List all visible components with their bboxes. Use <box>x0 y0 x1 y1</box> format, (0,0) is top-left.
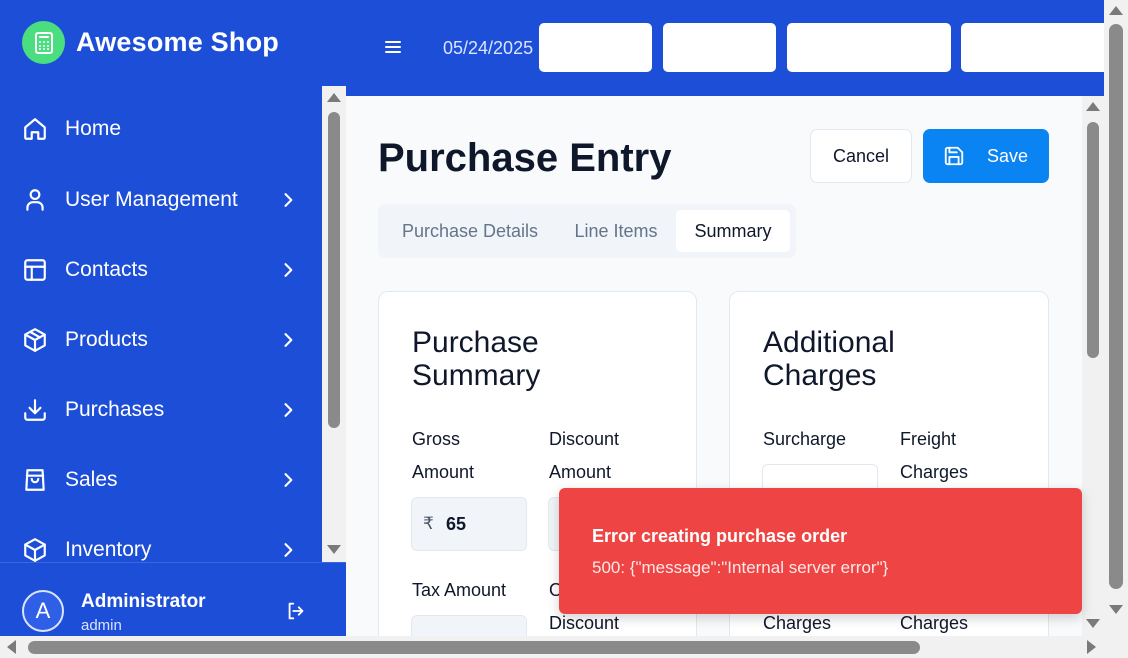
header-button[interactable] <box>663 23 776 72</box>
gross-amount-label: Gross Amount <box>412 423 474 489</box>
page-title: Purchase Entry <box>378 136 672 180</box>
sidebar-nav: Home User Management Contacts Products P… <box>0 94 322 564</box>
label-line: Charges <box>900 462 969 482</box>
brand[interactable]: Awesome Shop <box>22 21 279 64</box>
sidebar-item-label: Sales <box>65 468 118 491</box>
app-root: Awesome Shop Home User Management Contac… <box>0 0 1128 658</box>
sidebar-item-sales[interactable]: Sales <box>0 450 322 510</box>
header-button[interactable] <box>539 23 652 72</box>
label-line: Discount <box>549 429 620 449</box>
shopping-bag-icon <box>25 469 45 491</box>
label-line: Amount <box>549 462 612 482</box>
card-title-line: Charges <box>763 359 877 392</box>
sidebar-item-user-management[interactable]: User Management <box>0 170 322 230</box>
label-line: Amount <box>412 462 475 482</box>
sidebar-item-inventory[interactable]: Inventory <box>0 520 322 564</box>
user-role: admin <box>81 617 122 634</box>
label-line: Gross <box>412 429 461 449</box>
sidebar-item-label: Products <box>65 328 148 351</box>
tab-line-items[interactable]: Line Items <box>558 210 674 252</box>
tab-list: Purchase Details Line Items Summary <box>378 204 796 258</box>
surcharge-label: Surcharge <box>763 429 847 449</box>
header-button[interactable] <box>961 23 1104 72</box>
logout-icon[interactable] <box>285 600 307 622</box>
download-icon <box>24 399 46 421</box>
scroll-up-arrow-icon[interactable] <box>1086 102 1100 111</box>
user-profile: A Administrator admin <box>0 562 346 636</box>
sidebar-item-label: Inventory <box>65 538 152 561</box>
box-icon <box>24 538 46 562</box>
scroll-left-arrow-icon[interactable] <box>7 640 16 654</box>
package-icon <box>24 328 46 352</box>
sidebar-item-label: Home <box>65 117 122 140</box>
sidebar-item-purchases[interactable]: Purchases <box>0 380 322 440</box>
error-toast[interactable]: Error creating purchase order 500: {"mes… <box>559 488 1082 614</box>
chevron-right-icon <box>284 333 293 347</box>
cancel-button[interactable]: Cancel <box>810 129 912 183</box>
scroll-up-arrow-icon[interactable] <box>327 93 341 102</box>
label-line: Freight <box>900 429 957 449</box>
card-title: Purchase Summary <box>412 326 540 392</box>
scroll-up-arrow-icon[interactable] <box>1109 6 1123 15</box>
tab-purchase-details[interactable]: Purchase Details <box>386 210 554 252</box>
toast-title: Error creating purchase order <box>592 526 848 546</box>
app-name: Awesome Shop <box>76 27 279 57</box>
sidebar-scrollbar[interactable] <box>322 86 346 562</box>
save-icon <box>944 146 964 166</box>
sidebar-item-label: Purchases <box>65 398 165 421</box>
home-icon <box>24 118 46 140</box>
header-date: 05/24/2025 <box>443 38 534 58</box>
tab-summary[interactable]: Summary <box>676 210 790 252</box>
chevron-right-icon <box>284 473 293 487</box>
currency-symbol: ₹ <box>423 514 434 533</box>
freight-charges-label: Freight Charges <box>900 423 968 489</box>
user-icon <box>26 189 44 211</box>
card-title-line: Additional <box>763 326 895 359</box>
save-button[interactable]: Save <box>923 129 1049 183</box>
menu-icon[interactable] <box>384 38 402 56</box>
scroll-right-arrow-icon[interactable] <box>1087 640 1096 654</box>
content-scrollbar[interactable] <box>1082 96 1104 636</box>
scroll-down-arrow-icon[interactable] <box>327 545 341 554</box>
scroll-down-arrow-icon[interactable] <box>1086 619 1100 628</box>
horizontal-scrollbar[interactable] <box>0 636 1128 658</box>
card-title-line: Summary <box>412 359 541 392</box>
tax-amount-field[interactable] <box>411 615 527 636</box>
gross-amount-field[interactable]: ₹ 65 <box>411 497 527 551</box>
sidebar: Awesome Shop Home User Management Contac… <box>0 0 346 636</box>
scrollbar-thumb[interactable] <box>328 112 340 428</box>
calculator-icon <box>22 21 65 64</box>
chevron-right-icon <box>284 543 293 557</box>
sidebar-item-label: User Management <box>65 188 238 211</box>
save-button-label: Save <box>987 146 1029 166</box>
tax-amount-label: Tax Amount <box>412 580 507 600</box>
sidebar-item-contacts[interactable]: Contacts <box>0 240 322 300</box>
discount-amount-label: Discount Amount <box>549 423 619 489</box>
card-title-line: Purchase <box>412 326 539 359</box>
card-title: Additional Charges <box>763 326 895 392</box>
top-header: 05/24/2025 <box>346 0 1104 96</box>
chevron-right-icon <box>284 193 293 207</box>
toast-message: 500: {"message":"Internal server error"} <box>592 558 889 577</box>
chevron-right-icon <box>284 263 293 277</box>
gross-amount-value: 65 <box>446 514 467 534</box>
avatar[interactable]: A <box>22 590 64 632</box>
header-button[interactable] <box>787 23 951 72</box>
chevron-right-icon <box>284 403 293 417</box>
window-scrollbar[interactable] <box>1104 0 1128 636</box>
scrollbar-thumb[interactable] <box>1109 24 1123 589</box>
sidebar-item-products[interactable]: Products <box>0 310 322 370</box>
sidebar-item-label: Contacts <box>65 258 148 281</box>
user-name: Administrator <box>81 591 206 612</box>
scroll-down-arrow-icon[interactable] <box>1109 605 1123 614</box>
sidebar-item-home[interactable]: Home <box>0 99 322 159</box>
scrollbar-thumb[interactable] <box>28 641 920 654</box>
layout-icon <box>24 259 46 281</box>
scrollbar-thumb[interactable] <box>1087 122 1099 358</box>
